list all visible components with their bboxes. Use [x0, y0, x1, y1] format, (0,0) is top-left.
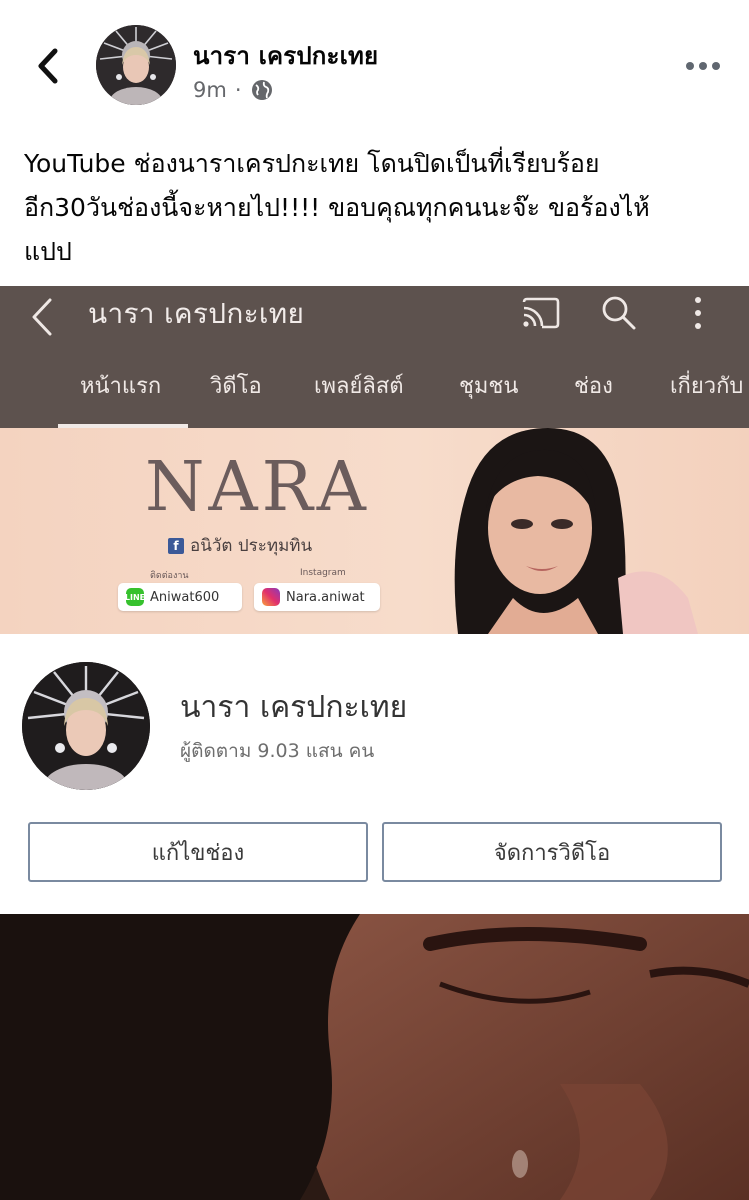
tab-videos: วิดีโอ: [210, 374, 262, 399]
youtube-tabs: หน้าแรก วิดีโอ เพลย์ลิสต์ ชุมชน ช่อง เกี…: [0, 368, 749, 418]
youtube-channel-title: นารา เครปกะเทย: [88, 297, 305, 330]
edit-channel-button: แก้ไขช่อง: [28, 822, 368, 882]
banner-instagram-label: Instagram: [300, 568, 346, 578]
banner-portrait-image: [454, 428, 698, 634]
post-image[interactable]: นารา เครปกะเทย หน้าแรก วิดีโอ เพลย์ลิสต์…: [0, 286, 749, 1200]
more-dots-icon: [686, 62, 720, 70]
banner-subtitle: f อนิวัต ประทุมทิน: [168, 532, 312, 559]
channel-avatar: [22, 662, 150, 790]
line-icon: LINE: [125, 588, 145, 606]
channel-avatar-image: [22, 662, 150, 790]
facebook-icon: f: [168, 537, 184, 554]
tab-about: เกี่ยวกับ: [670, 374, 744, 399]
globe-icon: [251, 80, 272, 100]
channel-name: นารา เครปกะเทย: [180, 690, 408, 725]
banner-instagram-id: Nara.aniwat: [286, 589, 365, 605]
manage-videos-button: จัดการวิดีโอ: [382, 822, 722, 882]
post-text: YouTube ช่องนาราเครปกะเทย โดนปิดเป็นที่เ…: [24, 142, 734, 274]
author-name[interactable]: นารา เครปกะเทย: [193, 36, 378, 75]
tab-playlists: เพลย์ลิสต์: [314, 374, 404, 399]
banner-line-pill: LINE Aniwat600: [118, 583, 242, 611]
tab-community: ชุมชน: [459, 374, 519, 399]
banner-subtitle-text: อนิวัต ประทุมทิน: [190, 536, 313, 556]
post-meta: 9m ·: [193, 78, 274, 102]
tab-home: หน้าแรก: [80, 374, 162, 399]
meta-separator: ·: [234, 78, 242, 102]
banner-logo: NARA: [145, 448, 370, 527]
banner-contact-label: ติดต่องาน: [150, 571, 189, 581]
tab-channels: ช่อง: [574, 374, 613, 399]
crying-face-photo: [0, 914, 749, 1200]
cast-icon: [522, 297, 560, 329]
kebab-menu-icon: [695, 297, 701, 329]
back-chevron-icon: [38, 48, 58, 84]
author-avatar-image: [96, 25, 176, 105]
post-text-line: YouTube ช่องนาราเครปกะเทย โดนปิดเป็นที่เ…: [24, 149, 600, 178]
post-text-line: แปป: [24, 237, 72, 266]
channel-banner: NARA f อนิวัต ประทุมทิน ติดต่องาน Instag…: [0, 428, 749, 634]
youtube-back-icon: [32, 298, 52, 336]
banner-line-id: Aniwat600: [150, 589, 220, 605]
subscriber-count: ผู้ติดตาม 9.03 แสน คน: [180, 740, 375, 762]
crying-face-image: [0, 914, 749, 1200]
banner-instagram-pill: Nara.aniwat: [254, 583, 380, 611]
author-avatar[interactable]: [96, 25, 176, 105]
post-time[interactable]: 9m: [193, 78, 227, 102]
back-button[interactable]: [28, 46, 68, 86]
channel-card: นารา เครปกะเทย ผู้ติดตาม 9.03 แสน คน แก้…: [0, 634, 749, 914]
more-options-button[interactable]: [683, 52, 723, 80]
search-icon: [602, 296, 636, 330]
instagram-icon: [262, 588, 280, 606]
post-text-line: อีก30วันช่องนี้จะหายไป!!!! ขอบคุณทุกคนนะ…: [24, 193, 650, 222]
post-header: นารา เครปกะเทย 9m ·: [0, 0, 749, 120]
youtube-topbar: นารา เครปกะเทย หน้าแรก วิดีโอ เพลย์ลิสต์…: [0, 286, 749, 428]
